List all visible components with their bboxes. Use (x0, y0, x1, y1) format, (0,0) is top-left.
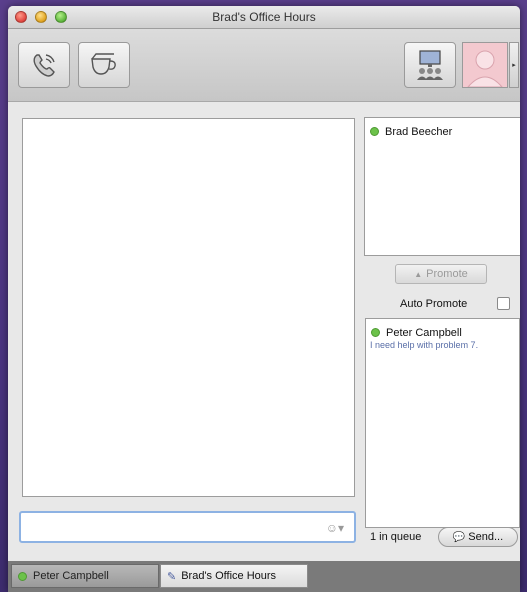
tab-brads-office-hours[interactable]: ✎ Brad's Office Hours (160, 564, 308, 588)
chat-window: Brad's Office Hours ▸ ☺▾ Brad Beecher ▲ … (8, 6, 520, 592)
participant-item[interactable]: Brad Beecher (370, 123, 452, 141)
send-label: Send... (468, 531, 504, 543)
avatar-menu-arrow[interactable]: ▸ (509, 42, 519, 88)
promote-label: Promote (426, 268, 468, 280)
tea-cup-icon (91, 53, 116, 75)
send-button[interactable]: 💬 Send... (438, 527, 518, 547)
avatar-icon (467, 50, 503, 87)
queue-list: Peter Campbell I need help with problem … (365, 318, 520, 528)
up-arrow-icon: ▲ (414, 269, 423, 279)
tab-label: Brad's Office Hours (181, 570, 277, 582)
tea-button[interactable] (78, 42, 130, 88)
title-bar: Brad's Office Hours (8, 6, 520, 29)
speech-bubble-icon: 💬 (452, 531, 466, 543)
auto-promote-checkbox[interactable] (497, 297, 510, 310)
auto-promote-label: Auto Promote (400, 298, 468, 310)
toolbar: ▸ (8, 29, 520, 102)
promote-button[interactable]: ▲ Promote (395, 264, 487, 284)
participant-name: Brad Beecher (385, 125, 453, 138)
phone-icon (33, 54, 55, 77)
window-title: Brad's Office Hours (212, 10, 316, 24)
smiley-icon[interactable]: ☺▾ (326, 521, 344, 535)
queue-item-message: I need help with problem 7. (370, 340, 479, 350)
video-conference-button[interactable] (404, 42, 456, 88)
tab-label: Peter Campbell (33, 570, 109, 582)
chat-room-icon: ✎ (167, 570, 177, 583)
video-conference-icon (417, 50, 443, 80)
tab-bar: Peter Campbell ✎ Brad's Office Hours (8, 561, 520, 592)
call-button[interactable] (18, 42, 70, 88)
tab-peter-campbell[interactable]: Peter Campbell (11, 564, 159, 588)
online-status-icon (18, 571, 27, 581)
avatar[interactable] (462, 42, 508, 88)
chat-transcript[interactable] (22, 118, 355, 497)
queue-item-name: Peter Campbell (386, 326, 462, 339)
online-status-icon (371, 328, 380, 338)
queue-count: 1 in queue (370, 531, 422, 543)
message-input[interactable]: ☺▾ (19, 511, 356, 543)
online-status-icon (370, 127, 379, 137)
participants-list: Brad Beecher (364, 117, 520, 256)
